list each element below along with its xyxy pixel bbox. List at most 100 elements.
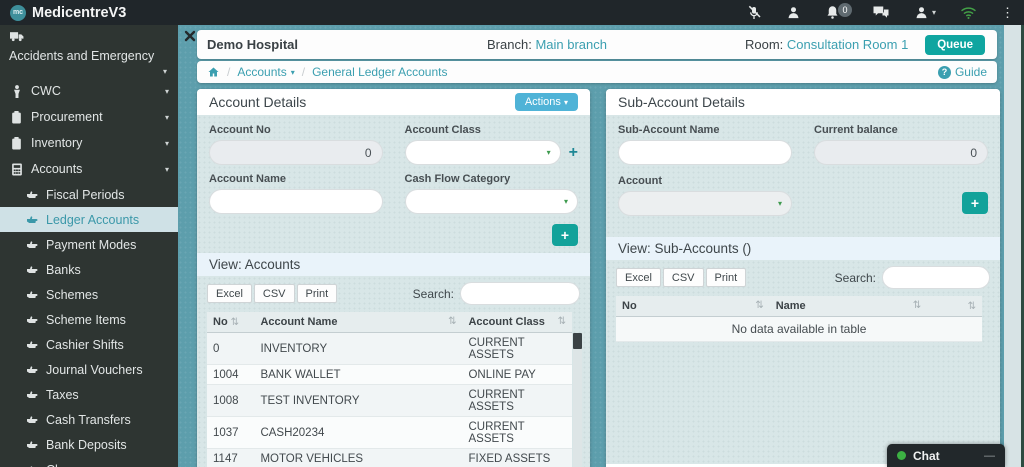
sidebar-item-cashier-shifts[interactable]: Cashier Shifts	[0, 332, 178, 357]
sidebar-item-cheques[interactable]: Cheques	[0, 457, 178, 467]
sub-accounts-view-title: View: Sub-Accounts ()	[606, 237, 1000, 260]
sub-account-details-form: Sub-Account Name Current balance Account…	[606, 115, 1000, 237]
calculator-icon	[9, 163, 24, 176]
account-select[interactable]	[618, 191, 792, 216]
cash-flow-category-select[interactable]	[405, 189, 579, 214]
sidebar-item-label: Cash Transfers	[46, 413, 131, 427]
sidebar-item-journal-vouchers[interactable]: Journal Vouchers	[0, 357, 178, 382]
kebab-menu-icon[interactable]: ⋮	[1001, 5, 1014, 21]
column-header-blank[interactable]: ⇅	[927, 296, 982, 317]
main-content: Demo Hospital Branch: Main branch Room: …	[178, 25, 1024, 467]
accounts-view-title: View: Accounts	[197, 253, 590, 276]
table-row[interactable]: 1147MOTOR VEHICLESFIXED ASSETS	[207, 449, 572, 467]
chat-widget[interactable]: Chat —	[887, 444, 1005, 467]
chevron-down-icon: ▾	[9, 67, 167, 76]
context-header: Demo Hospital Branch: Main branch Room: …	[197, 30, 997, 59]
sidebar-item-fiscal-periods[interactable]: Fiscal Periods	[0, 182, 178, 207]
excel-export-button[interactable]: Excel	[616, 268, 661, 287]
account-name-field[interactable]	[209, 189, 383, 214]
sidebar-item-ledger-accounts[interactable]: Ledger Accounts	[0, 207, 178, 232]
csv-export-button[interactable]: CSV	[663, 268, 704, 287]
sidebar-item-inventory[interactable]: Inventory ▾	[0, 130, 178, 156]
sub-accounts-table: No⇅ Name⇅ ⇅ No data available in table	[616, 296, 982, 342]
sidebar-item-cash-transfers[interactable]: Cash Transfers	[0, 407, 178, 432]
column-header-no[interactable]: No⇅	[207, 312, 254, 333]
sidebar-item-scheme-items[interactable]: Scheme Items	[0, 307, 178, 332]
brand[interactable]: mc MedicentreV3	[10, 5, 126, 21]
account-menu-icon[interactable]: ▾	[914, 5, 936, 20]
accounts-search-input[interactable]	[460, 282, 580, 305]
panel-title: Account Details	[209, 94, 306, 110]
user-icon[interactable]	[786, 5, 801, 20]
add-sub-account-button[interactable]: +	[962, 192, 988, 214]
hand-point-icon	[26, 315, 39, 324]
wifi-icon[interactable]	[960, 5, 977, 20]
account-class-select[interactable]	[405, 140, 561, 165]
queue-button[interactable]: Queue	[925, 35, 985, 55]
account-name-label: Account Name	[209, 173, 383, 185]
sidebar-item-payment-modes[interactable]: Payment Modes	[0, 232, 178, 257]
sidebar-item-procurement[interactable]: Procurement ▾	[0, 104, 178, 130]
table-row[interactable]: 0INVENTORYCURRENT ASSETS	[207, 333, 572, 365]
account-no-label: Account No	[209, 124, 383, 136]
current-balance-label: Current balance	[814, 124, 988, 136]
minimize-icon[interactable]: —	[984, 450, 995, 462]
branch-label: Branch:	[487, 37, 532, 52]
csv-export-button[interactable]: CSV	[254, 284, 295, 303]
hand-point-icon	[26, 240, 39, 249]
hand-point-icon	[26, 190, 39, 199]
notification-count-badge: 0	[838, 3, 852, 17]
clipboard-icon	[9, 137, 24, 150]
sidebar-item-label: Scheme Items	[46, 313, 126, 327]
table-scrollbar[interactable]	[573, 333, 582, 467]
question-icon: ?	[938, 66, 951, 79]
print-button[interactable]: Print	[706, 268, 747, 287]
print-button[interactable]: Print	[297, 284, 338, 303]
sub-accounts-toolbar: Excel CSV Print Search:	[606, 260, 1000, 294]
table-row[interactable]: 1008TEST INVENTORYCURRENT ASSETS	[207, 385, 572, 417]
sidebar-item-label: Accounts	[31, 162, 82, 176]
sub-accounts-search-input[interactable]	[882, 266, 990, 289]
column-header-account-class[interactable]: Account Class⇅	[462, 312, 572, 333]
ambulance-icon	[9, 31, 24, 42]
sidebar-item-taxes[interactable]: Taxes	[0, 382, 178, 407]
add-account-class-button[interactable]: +	[569, 145, 578, 161]
chevron-down-icon: ▾	[932, 8, 936, 17]
topbar: mc MedicentreV3 0 ▾ ⋮	[0, 0, 1024, 25]
sort-icon: ⇅	[913, 300, 921, 311]
sidebar-item-schemes[interactable]: Schemes	[0, 282, 178, 307]
sidebar-item-cwc[interactable]: CWC ▾	[0, 78, 178, 104]
scrollbar-thumb[interactable]	[573, 333, 582, 349]
table-row[interactable]: 1004BANK WALLETONLINE PAY	[207, 365, 572, 385]
column-header-account-name[interactable]: Account Name⇅	[254, 312, 462, 333]
chat-bubbles-icon[interactable]	[872, 5, 890, 20]
sidebar-item-label: Cashier Shifts	[46, 338, 124, 352]
breadcrumb-accounts[interactable]: Accounts ▾	[237, 65, 294, 79]
table-row[interactable]: 1037CASH20234CURRENT ASSETS	[207, 417, 572, 449]
notifications-bell-icon[interactable]: 0	[825, 5, 840, 20]
column-header-name[interactable]: Name⇅	[770, 296, 927, 317]
sidebar-item-bank-deposits[interactable]: Bank Deposits	[0, 432, 178, 457]
page-gutter	[1004, 25, 1021, 467]
hand-point-icon	[26, 290, 39, 299]
close-icon[interactable]	[182, 28, 198, 44]
mic-muted-icon[interactable]	[746, 5, 762, 21]
excel-export-button[interactable]: Excel	[207, 284, 252, 303]
sidebar-item-label: Journal Vouchers	[46, 363, 143, 377]
breadcrumb-label: Accounts	[237, 65, 286, 79]
app-window: mc MedicentreV3 0 ▾ ⋮	[0, 0, 1024, 467]
sub-account-name-field[interactable]	[618, 140, 792, 165]
actions-dropdown-button[interactable]: Actions ▾	[515, 93, 578, 111]
home-icon[interactable]	[207, 66, 220, 78]
sidebar-item-accidents-emergency[interactable]: Accidents and Emergency ▾	[0, 25, 178, 78]
sidebar-item-label: Payment Modes	[46, 238, 136, 252]
sidebar-item-accounts[interactable]: Accounts ▾	[0, 156, 178, 182]
room-label: Room:	[745, 37, 783, 52]
account-details-form: Account No Account Class ▾ +	[197, 115, 590, 253]
add-account-button[interactable]: +	[552, 224, 578, 246]
column-header-no[interactable]: No⇅	[616, 296, 770, 317]
sidebar-item-label: Taxes	[46, 388, 79, 402]
room-value: Consultation Room 1	[787, 37, 908, 52]
sidebar-item-banks[interactable]: Banks	[0, 257, 178, 282]
guide-link[interactable]: ? Guide	[938, 65, 987, 79]
